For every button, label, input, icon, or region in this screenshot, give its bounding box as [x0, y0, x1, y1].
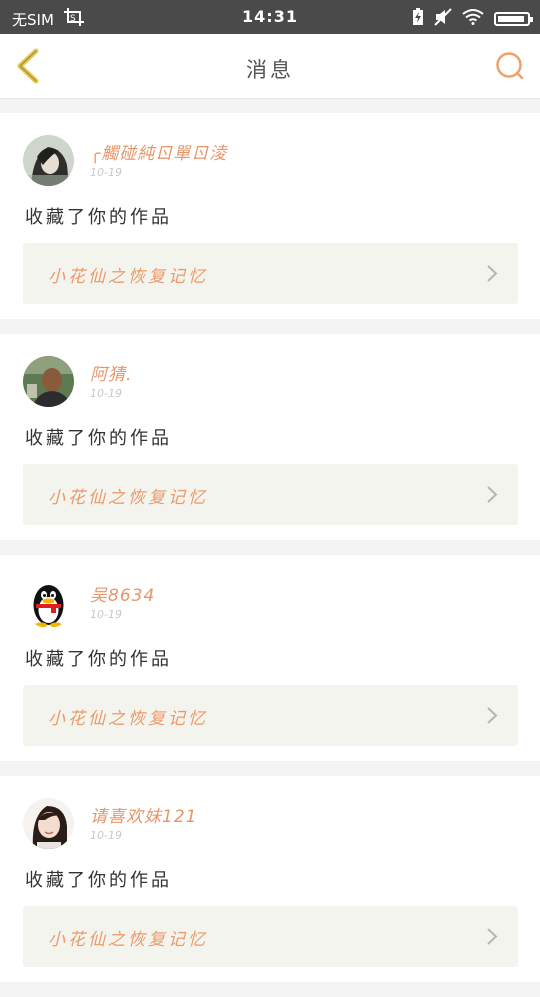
work-link[interactable]: 小花仙之恢复记忆	[23, 906, 518, 967]
avatar[interactable]	[23, 577, 74, 628]
action-text: 收藏了你的作品	[25, 870, 172, 891]
avatar[interactable]	[23, 356, 74, 407]
message-date: 10-19	[90, 387, 122, 400]
battery-icon	[494, 12, 533, 26]
chevron-right-icon	[486, 927, 498, 946]
chevron-right-icon	[486, 264, 498, 283]
user-name[interactable]: 吴8634	[90, 581, 155, 606]
work-title: 小花仙之恢复记忆	[48, 488, 208, 508]
work-title: 小花仙之恢复记忆	[48, 930, 208, 950]
action-text: 收藏了你的作品	[25, 428, 172, 449]
message-date: 10-19	[90, 166, 122, 179]
work-link[interactable]: 小花仙之恢复记忆	[23, 243, 518, 304]
mute-icon	[434, 8, 452, 30]
message-card: ╭觸碰純ㄖ單ㄖ淩 10-19 收藏了你的作品 小花仙之恢复记忆	[0, 113, 540, 319]
action-text: 收藏了你的作品	[25, 207, 172, 228]
message-date: 10-19	[90, 829, 122, 842]
work-title: 小花仙之恢复记忆	[48, 709, 208, 729]
work-link[interactable]: 小花仙之恢复记忆	[23, 464, 518, 525]
page-title: 消息	[246, 58, 294, 82]
wifi-icon	[462, 9, 484, 29]
action-text: 收藏了你的作品	[25, 649, 172, 670]
avatar[interactable]	[23, 135, 74, 186]
message-card: 阿猜. 10-19 收藏了你的作品 小花仙之恢复记忆	[0, 334, 540, 540]
chevron-right-icon	[486, 706, 498, 725]
work-title: 小花仙之恢复记忆	[48, 267, 208, 287]
message-card: 吴8634 10-19 收藏了你的作品 小花仙之恢复记忆	[0, 555, 540, 761]
status-bar: 无SIM S 14:31	[0, 0, 540, 34]
message-date: 10-19	[90, 608, 122, 621]
search-icon[interactable]	[494, 50, 526, 82]
user-name[interactable]: 请喜欢妹121	[90, 802, 197, 827]
message-list: ╭觸碰純ㄖ單ㄖ淩 10-19 收藏了你的作品 小花仙之恢复记忆 阿猜. 10-1…	[0, 113, 540, 997]
user-name[interactable]: 阿猜.	[90, 360, 132, 385]
message-card: 请喜欢妹121 10-19 收藏了你的作品 小花仙之恢复记忆	[0, 776, 540, 982]
chevron-right-icon	[486, 485, 498, 504]
nav-bar: 消息	[0, 34, 540, 99]
avatar[interactable]	[23, 798, 74, 849]
charging-icon	[412, 8, 424, 30]
work-link[interactable]: 小花仙之恢复记忆	[23, 685, 518, 746]
user-name[interactable]: ╭觸碰純ㄖ單ㄖ淩	[90, 139, 227, 164]
